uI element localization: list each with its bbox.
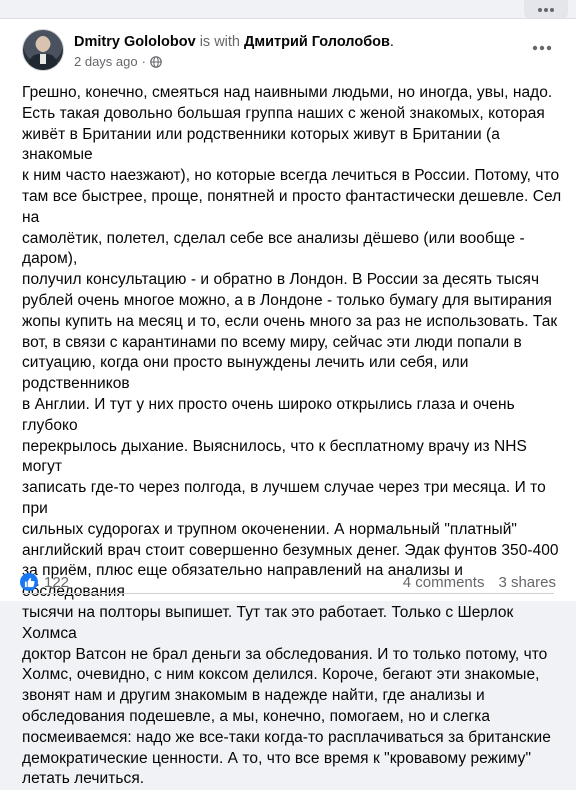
author-name[interactable]: Dmitry Gololobov (74, 34, 196, 50)
post-time[interactable]: 2 days ago (74, 54, 138, 69)
post-meta: Dmitry Gololobov is with Дмитрий Гололоб… (74, 29, 394, 75)
avatar-face (36, 36, 50, 52)
post-options-button[interactable] (530, 41, 554, 55)
with-text: is with (199, 34, 240, 50)
post-stats: 4 comments 3 shares (403, 573, 556, 593)
globe-icon[interactable] (150, 55, 162, 68)
tagged-name[interactable]: Дмитрий Гололобов (244, 34, 390, 50)
avatar[interactable] (22, 29, 64, 71)
post-card: Dmitry Gololobov is with Дмитрий Гололоб… (0, 18, 576, 787)
comments-count[interactable]: 4 comments (403, 573, 485, 593)
time-separator: · (141, 54, 146, 69)
more-horizontal-icon (538, 8, 554, 12)
top-more-button[interactable] (524, 0, 568, 20)
thumbs-up-icon (20, 573, 38, 591)
author-line: Dmitry Gololobov is with Дмитрий Гололоб… (74, 33, 394, 51)
post-body-text: Грешно, конечно, смеяться над наивными л… (22, 84, 562, 788)
timestamp-line: 2 days ago · (74, 54, 394, 69)
more-horizontal-icon (532, 45, 552, 51)
post-header: Dmitry Gololobov is with Дмитрий Гололоб… (22, 29, 394, 75)
reaction-count: 122 (44, 573, 70, 591)
footer-divider (22, 593, 554, 594)
shares-count[interactable]: 3 shares (498, 573, 556, 593)
reactions-summary[interactable]: 122 (20, 573, 69, 591)
tagged-suffix: . (389, 34, 394, 50)
avatar-collar (40, 54, 46, 64)
